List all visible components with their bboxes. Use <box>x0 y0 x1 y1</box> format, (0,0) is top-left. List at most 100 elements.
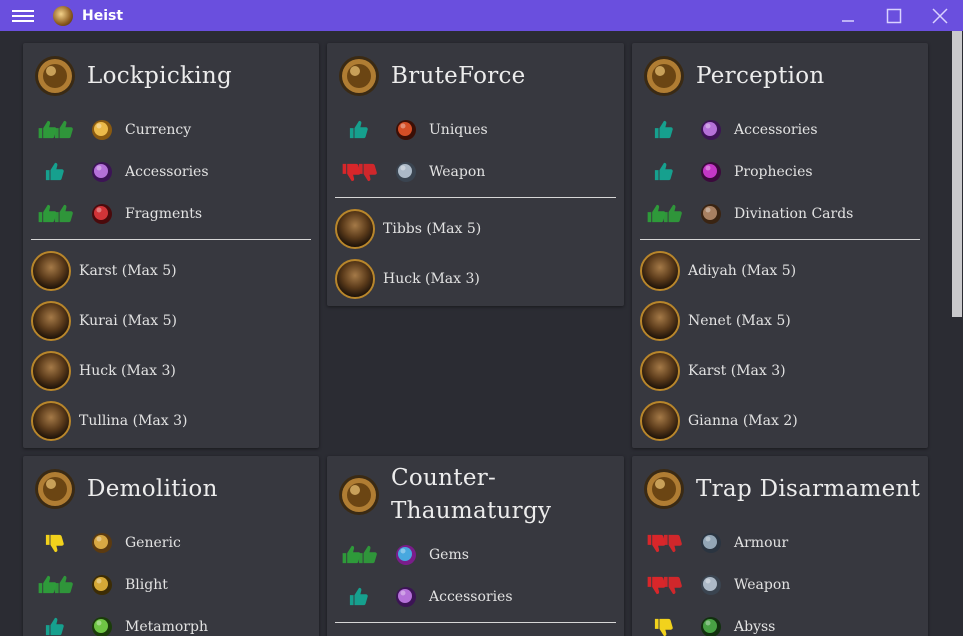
maximize-button[interactable] <box>871 0 917 31</box>
card-title: Counter- Thaumaturgy <box>391 462 551 528</box>
character-label: Tullina (Max 3) <box>79 413 188 429</box>
card-header: BruteForce <box>327 43 624 109</box>
thumbs-up-icon <box>35 616 75 636</box>
thumbs-up-icon <box>644 203 684 225</box>
reward-label: Accessories <box>125 164 209 180</box>
reward-label: Gems <box>429 547 469 563</box>
character-row[interactable]: Tibbs (Max 5) <box>327 204 624 254</box>
reward-label: Prophecies <box>734 164 813 180</box>
thumbs-down-icon <box>644 616 684 636</box>
reward-label: Accessories <box>734 122 818 138</box>
character-label: Huck (Max 3) <box>79 363 176 379</box>
trap-disarmament-icon <box>642 467 686 511</box>
reward-label: Metamorph <box>125 619 208 635</box>
thumbs-up-icon <box>644 161 684 183</box>
thumbs-up-icon <box>35 119 75 141</box>
heist-app-icon <box>53 5 73 26</box>
character-label: Gianna (Max 2) <box>688 413 798 429</box>
avatar <box>640 351 680 391</box>
thumbs-up-icon <box>339 119 379 141</box>
reward-row: Accessories <box>632 109 928 151</box>
close-button[interactable] <box>917 0 963 31</box>
reward-row: Accessories <box>327 576 624 618</box>
reward-row: Armour <box>632 522 928 564</box>
character-label: Karst (Max 3) <box>688 363 786 379</box>
reward-label: Abyss <box>734 619 776 635</box>
weapon-icon <box>393 159 419 185</box>
card-title-line: Counter- <box>391 465 497 491</box>
accessories-icon <box>393 584 419 610</box>
reward-row: Fragments <box>23 193 319 235</box>
avatar <box>31 351 71 391</box>
card-title-line: Thaumaturgy <box>391 498 552 524</box>
character-label: Huck (Max 3) <box>383 271 480 287</box>
character-row[interactable]: Huck (Max 3) <box>327 254 624 304</box>
card-title: Perception <box>696 62 825 89</box>
thumbs-up-icon <box>339 544 379 566</box>
card-header: Demolition <box>23 456 319 522</box>
character-row[interactable]: Karst (Max 3) <box>632 346 928 396</box>
avatar <box>640 251 680 291</box>
card-title: Trap Disarmament <box>696 475 921 502</box>
reward-label: Fragments <box>125 206 203 222</box>
abyss-icon <box>698 614 724 636</box>
thumbs-down-icon <box>339 161 379 183</box>
maximize-icon <box>886 8 902 23</box>
reward-row: Blight <box>23 564 319 606</box>
card-title: Demolition <box>87 475 218 502</box>
card-counter-thaumaturgy: Counter- Thaumaturgy Gems Accessories <box>327 456 624 636</box>
card-title: Lockpicking <box>87 62 233 89</box>
character-label: Nenet (Max 5) <box>688 313 791 329</box>
character-row[interactable]: Adiyah (Max 5) <box>632 246 928 296</box>
vertical-scrollbar[interactable] <box>951 31 963 636</box>
accessories-icon <box>89 159 115 185</box>
uniques-icon <box>393 117 419 143</box>
character-row[interactable]: Huck (Max 3) <box>23 346 319 396</box>
reward-row: Accessories <box>23 151 319 193</box>
reward-label: Uniques <box>429 122 488 138</box>
thumbs-up-icon <box>35 161 75 183</box>
metamorph-icon <box>89 614 115 636</box>
reward-row: Weapon <box>327 151 624 193</box>
card-header: Trap Disarmament <box>632 456 928 522</box>
divider <box>335 197 616 198</box>
heist-grid[interactable]: Lockpicking Currency Accessories Fragments K… <box>0 31 951 636</box>
character-row[interactable]: Nenet (Max 5) <box>632 296 928 346</box>
window-title: Heist <box>82 7 124 24</box>
character-row[interactable]: Gianna (Max 2) <box>632 396 928 446</box>
character-row[interactable]: Karst (Max 5) <box>23 246 319 296</box>
reward-label: Generic <box>125 535 181 551</box>
minimize-button[interactable] <box>825 0 871 31</box>
divider <box>640 239 920 240</box>
fragments-icon <box>89 201 115 227</box>
thumbs-up-icon <box>35 203 75 225</box>
reward-label: Weapon <box>734 577 791 593</box>
reward-label: Currency <box>125 122 192 138</box>
weapon-icon <box>698 572 724 598</box>
generic-icon <box>89 530 115 556</box>
prophecies-icon <box>698 159 724 185</box>
avatar <box>640 401 680 441</box>
character-label: Karst (Max 5) <box>79 263 177 279</box>
demolition-icon <box>33 467 77 511</box>
gems-icon <box>393 542 419 568</box>
card-lockpicking: Lockpicking Currency Accessories Fragments K… <box>23 43 319 448</box>
menu-icon[interactable] <box>12 8 34 24</box>
avatar <box>31 251 71 291</box>
scrollbar-thumb[interactable] <box>952 31 962 317</box>
reward-row: Gems <box>327 534 624 576</box>
currency-icon <box>89 117 115 143</box>
character-row[interactable]: Tullina (Max 3) <box>23 396 319 446</box>
avatar <box>31 401 71 441</box>
character-label: Kurai (Max 5) <box>79 313 177 329</box>
thumbs-up-icon <box>644 119 684 141</box>
reward-label: Accessories <box>429 589 513 605</box>
character-row[interactable]: Kurai (Max 5) <box>23 296 319 346</box>
card-trap-disarmament: Trap Disarmament Armour Weapon Abyss <box>632 456 928 636</box>
reward-row: Divination Cards <box>632 193 928 235</box>
blight-icon <box>89 572 115 598</box>
divination-cards-icon <box>698 201 724 227</box>
reward-label: Divination Cards <box>734 206 854 222</box>
character-label: Tibbs (Max 5) <box>383 221 482 237</box>
reward-row: Currency <box>23 109 319 151</box>
